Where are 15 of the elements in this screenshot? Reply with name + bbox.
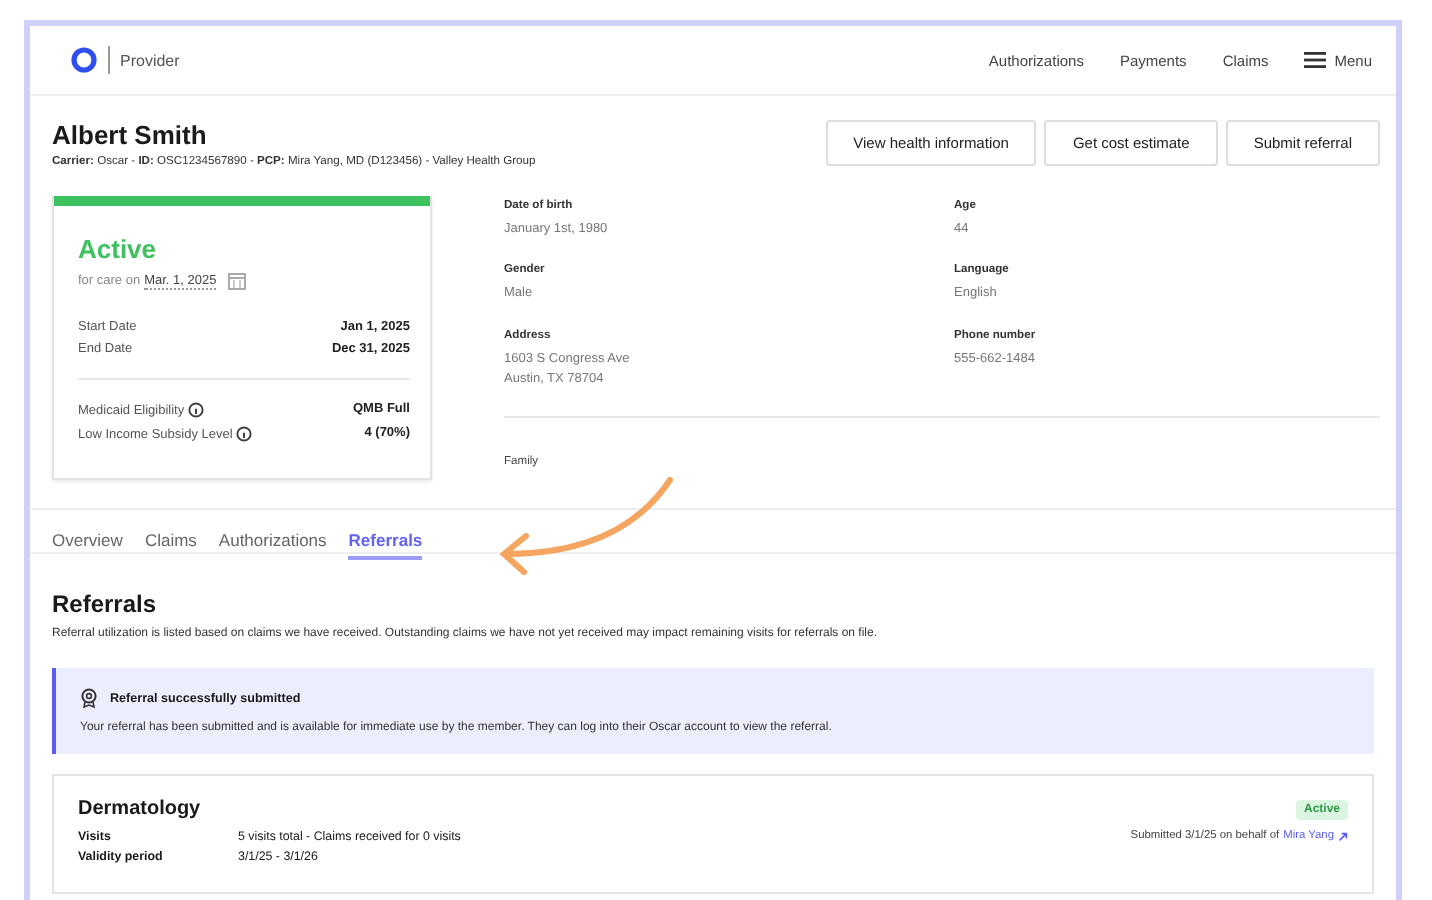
section-title: Referrals (52, 590, 159, 618)
logo-icon (70, 46, 98, 74)
info-icon[interactable] (236, 426, 253, 442)
tab[interactable]: Claims (144, 530, 197, 560)
tab[interactable]: Overview (52, 530, 123, 560)
menu-icon (1304, 52, 1327, 68)
badge-icon (80, 688, 98, 708)
referral-title: Dermatology (78, 798, 201, 820)
brand-name: Provider (120, 51, 180, 69)
coverage-status: Active (78, 234, 159, 264)
info-icon[interactable] (188, 402, 205, 418)
tab[interactable]: Authorizations (218, 530, 327, 560)
member-name: Albert Smith (52, 120, 209, 150)
tab[interactable]: Referrals (348, 530, 423, 560)
external-link-icon[interactable] (1338, 831, 1348, 841)
